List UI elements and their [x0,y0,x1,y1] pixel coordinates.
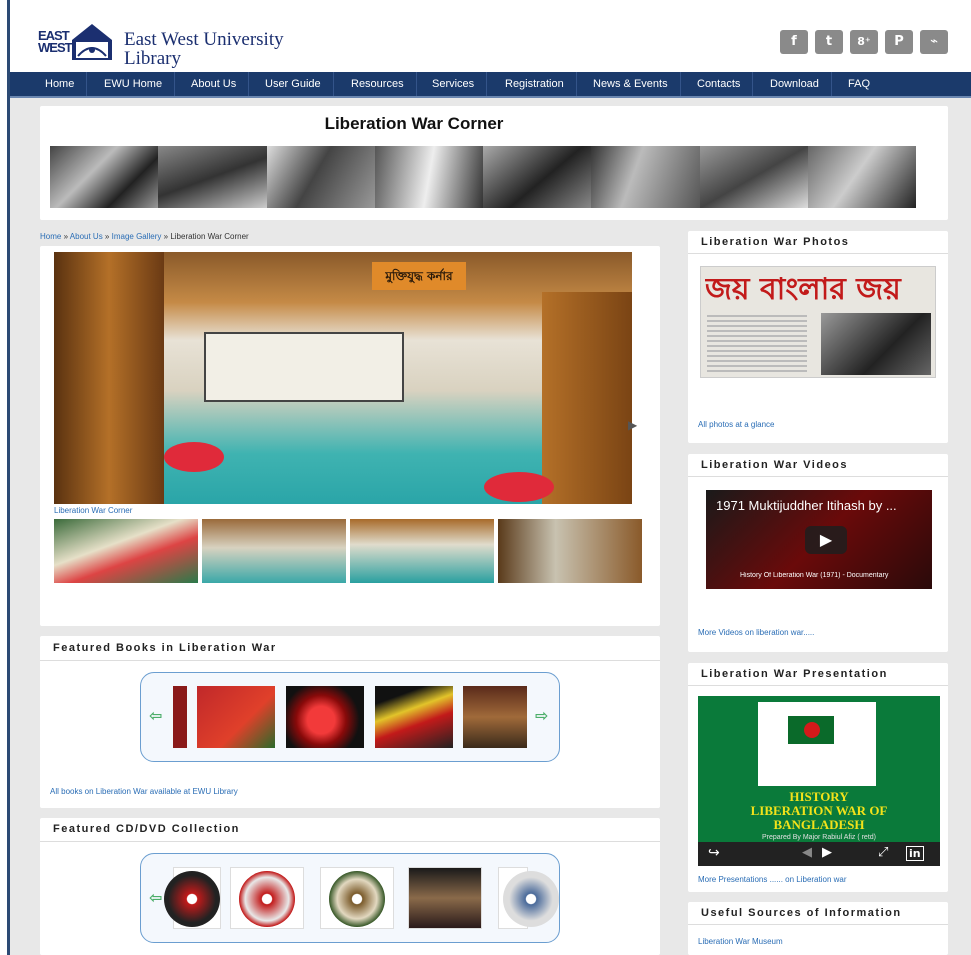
video-subtitle: History Of Liberation War (1971) - Docum… [740,572,889,579]
nav-ewu-home[interactable]: EWU Home [92,72,176,96]
main-gallery-image[interactable]: মুক্তিযুদ্ধ কর্নার [54,252,632,504]
video-thumbnail[interactable]: 1971 Muktijuddher Itihash by ... ▶ Histo… [706,490,932,589]
divider [688,253,948,254]
nav-news-events[interactable]: News & Events [581,72,681,96]
banner-photo-strip [50,146,916,208]
all-books-link[interactable]: All books on Liberation War available at… [50,787,238,796]
brand-title[interactable]: East West University Library [124,30,284,68]
breadcrumb-gallery[interactable]: Image Gallery [112,232,162,241]
book-cover-4[interactable] [463,686,527,748]
more-presentations-link[interactable]: More Presentations ...... on Liberation … [698,875,847,884]
pinterest-icon[interactable]: P [885,30,913,54]
book-cover-1[interactable] [197,686,275,748]
books-prev-arrow[interactable]: ⇦ [149,708,165,724]
books-next-arrow[interactable]: ⇨ [535,708,551,724]
photos-title: Liberation War Photos [701,236,850,248]
nav-user-guide[interactable]: User Guide [253,72,334,96]
linkedin-icon[interactable]: in [906,846,924,861]
cd-cover-2[interactable] [320,867,394,929]
google-plus-icon[interactable]: 8⁺ [850,30,878,54]
newspaper-photo[interactable]: জয় বাংলার জয় [700,266,936,378]
presentation-title: Liberation War Presentation [701,668,888,680]
twitter-icon[interactable]: t [815,30,843,54]
carved-panel-right [542,292,632,504]
logo-house-icon [72,24,112,60]
newspaper-text [707,315,807,373]
cd-prev-arrow[interactable]: ⇦ [149,890,165,906]
featured-cd-title: Featured CD/DVD Collection [53,823,240,835]
play-icon[interactable]: ▶ [805,526,847,554]
nav-home[interactable]: Home [33,72,88,96]
flag-red-disc [804,722,820,738]
share-icon[interactable]: ↪ [708,845,720,861]
divider [40,660,660,661]
divider [40,841,660,842]
book-cover-partial[interactable] [173,686,187,748]
divider [688,476,948,477]
breadcrumb-current: Liberation War Corner [170,232,249,241]
cd-cover-partial[interactable] [164,867,221,929]
exhibit-display [204,332,404,402]
book-cover-3[interactable] [375,686,453,748]
facebook-icon[interactable]: f [780,30,808,54]
newspaper-headline: জয় বাংলার জয় [705,272,901,307]
prev-slide-icon[interactable]: ◀ [802,845,812,860]
cd-cover-3[interactable] [408,867,482,929]
rss-icon[interactable]: ⌁ [920,30,948,54]
nav-services[interactable]: Services [420,72,488,96]
divider [688,685,948,686]
main-nav: Home EWU Home About Us User Guide Resour… [10,72,971,98]
gallery-next-arrow[interactable]: ▶ [628,418,637,432]
videos-title: Liberation War Videos [701,459,849,471]
slide-controls: ↪ ◀ ▶ ⤢ in [698,842,940,866]
site-header: EAST WEST East West University Library f… [10,0,971,72]
cd-cover-partial-right[interactable] [498,867,559,929]
breadcrumb-about[interactable]: About Us [70,232,103,241]
ewu-logo[interactable]: EAST WEST [38,20,118,66]
gallery-thumb-1[interactable] [54,519,198,583]
presentation-slide[interactable]: HISTORY LIBERATION WAR OF BANGLADESH Pre… [698,696,940,866]
gallery-thumb-4[interactable] [498,519,642,583]
nav-resources[interactable]: Resources [339,72,417,96]
useful-title: Useful Sources of Information [701,907,902,919]
breadcrumb-home[interactable]: Home [40,232,61,241]
video-title: 1971 Muktijuddher Itihash by ... [716,498,897,513]
book-cover-2[interactable] [286,686,364,748]
carved-panel-left [54,252,164,504]
red-cushion [164,442,224,472]
page-title: Liberation War Corner [324,114,504,133]
museum-link[interactable]: Liberation War Museum [698,937,783,946]
cd-cover-1[interactable] [230,867,304,929]
red-cushion-2 [484,472,554,502]
all-photos-link[interactable]: All photos at a glance [698,420,775,429]
slide-credit: Prepared By Major Rabiul Afiz ( retd) [762,834,876,841]
nav-about-us[interactable]: About Us [179,72,250,96]
logo-text: EAST WEST [38,28,73,55]
next-slide-icon[interactable]: ▶ [822,845,832,860]
gallery-thumb-3[interactable] [350,519,494,583]
more-videos-link[interactable]: More Videos on liberation war..... [698,628,814,637]
nav-download[interactable]: Download [758,72,832,96]
newspaper-portrait [821,313,931,375]
nav-contacts[interactable]: Contacts [685,72,754,96]
fullscreen-icon[interactable]: ⤢ [878,845,888,860]
gallery-thumb-2[interactable] [202,519,346,583]
breadcrumb: Home » About Us » Image Gallery » Libera… [40,232,249,241]
main-image-caption[interactable]: Liberation War Corner [54,506,132,515]
flag-image [758,702,876,786]
slide-text: HISTORY LIBERATION WAR OF BANGLADESH [750,789,888,832]
corner-sign: মুক্তিযুদ্ধ কর্নার [372,262,466,290]
divider [688,924,948,925]
featured-books-title: Featured Books in Liberation War [53,642,277,654]
nav-registration[interactable]: Registration [493,72,577,96]
nav-faq[interactable]: FAQ [836,72,882,96]
